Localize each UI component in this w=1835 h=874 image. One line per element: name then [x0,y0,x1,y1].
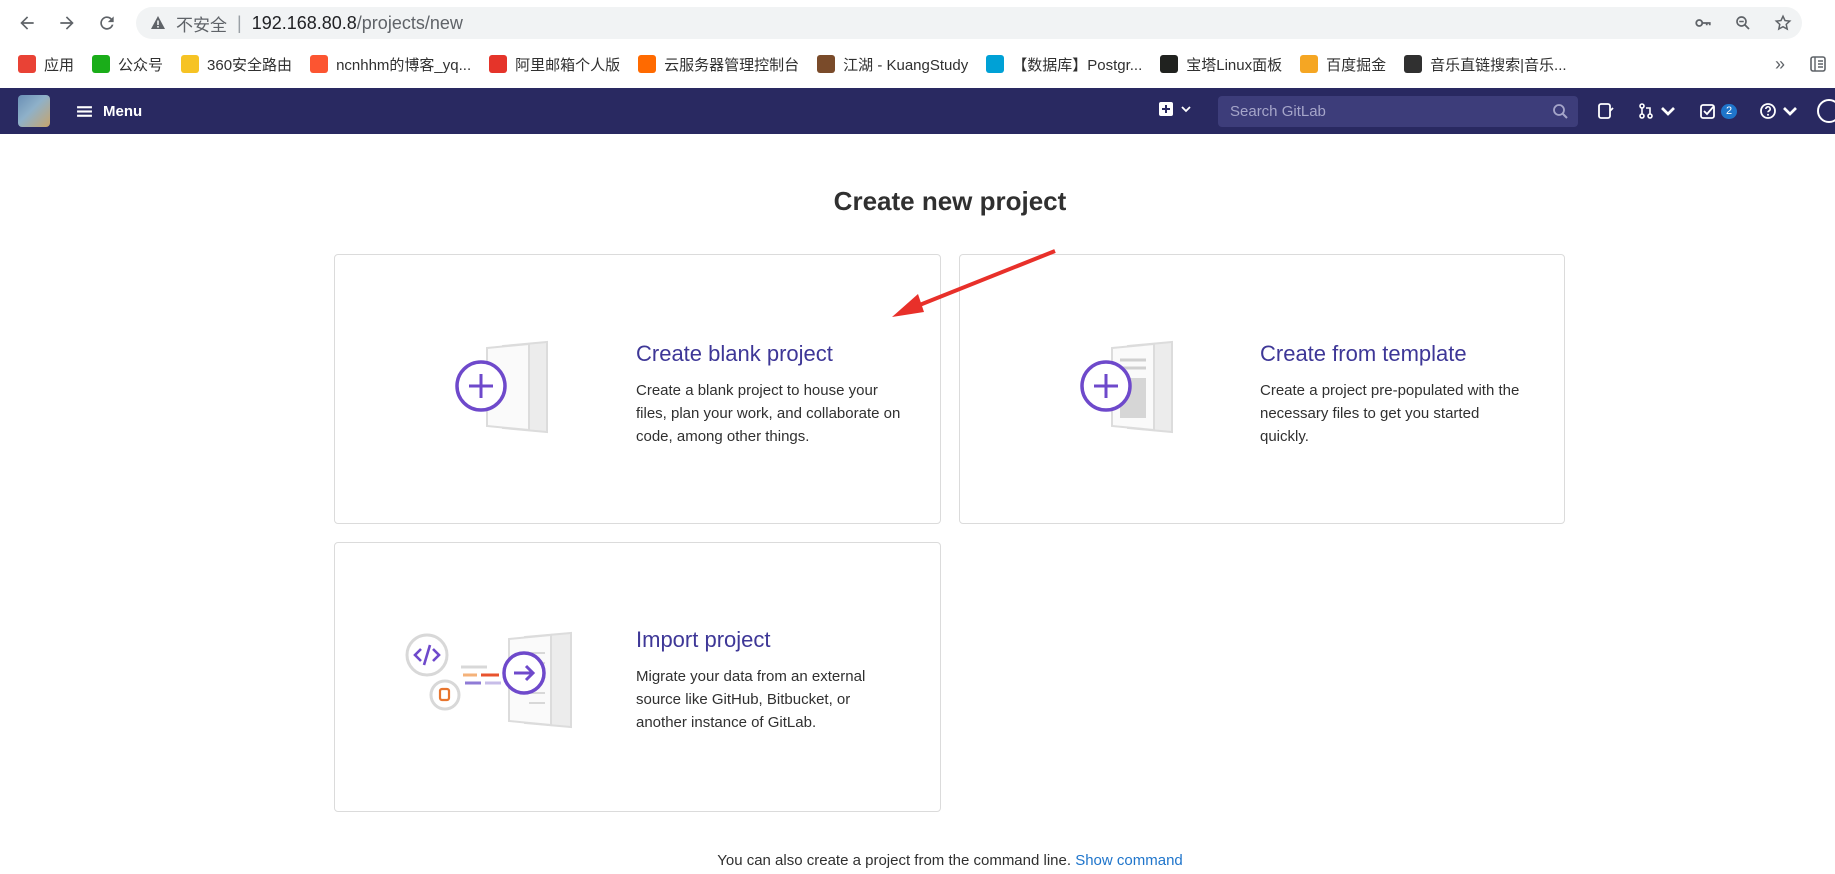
key-icon[interactable] [1694,14,1712,32]
browser-toolbar: 不安全 | 192.168.80.8/projects/new [0,0,1835,46]
bt-icon [1160,55,1179,73]
bookmark-label: 云服务器管理控制台 [664,56,800,74]
issues-button[interactable] [1597,102,1615,120]
bookmark-item[interactable]: 阿里邮箱个人版 [489,54,620,75]
card-description: Create a project pre-populated with the … [1260,382,1520,445]
reading-list-icon[interactable] [1809,55,1827,73]
page-title: Create new project [833,186,1067,216]
bookmark-item[interactable]: 应用 [18,54,74,75]
chevron-down-icon [1181,106,1191,113]
chevron-down-icon [1783,107,1798,116]
bookmark-label: 【数据库】Postgr... [1012,56,1143,74]
bookmark-item[interactable]: 公众号 [92,54,163,75]
user-avatar[interactable] [1817,99,1835,123]
footer-text: You can also create a project from the c… [717,852,1072,869]
merge-requests-button[interactable] [1637,102,1677,120]
bookmark-label: 360安全路由 [207,56,293,74]
security-label: 不安全 [176,15,227,35]
bookmarks-overflow-button[interactable]: » [1775,54,1785,75]
csdn-icon [310,55,329,73]
wechat-icon [92,55,111,73]
create-from-template-card[interactable]: Create from template Create a project pr… [959,254,1565,524]
bookmark-item[interactable]: 360安全路由 [181,54,292,75]
bookmark-label: 宝塔Linux面板 [1186,56,1283,74]
todos-button[interactable]: 2 [1699,102,1738,120]
separator: | [237,12,242,33]
bookmark-label: 阿里邮箱个人版 [515,56,621,74]
bookmark-item[interactable]: 江湖 - KuangStudy [817,54,968,75]
360-icon [181,55,200,73]
gitlab-navbar: Menu 2 [0,88,1835,134]
bookmark-label: 江湖 - KuangStudy [843,56,969,74]
bookmarks-bar: 应用 公众号 360安全路由 ncnhhm的博客_yq... 阿里邮箱个人版 云服务器管理… [0,46,1835,82]
bookmark-item[interactable]: ncnhhm的博客_yq... [310,54,471,75]
hamburger-icon [77,105,92,117]
arrow-right-icon [60,16,74,30]
todo-icon [1700,104,1715,119]
reload-button[interactable] [94,10,120,36]
ali-mail-icon [489,55,508,73]
chevron-down-icon [1661,107,1675,116]
merge-request-icon [1639,103,1653,119]
search-input[interactable] [1228,102,1532,121]
menu-label: Menu [103,102,143,120]
card-title[interactable]: Create blank project [636,341,901,367]
issues-icon [1598,103,1614,119]
url-host: 192.168.80.8 [251,12,357,33]
arrow-left-icon [20,16,34,30]
bookmark-item[interactable]: 【数据库】Postgr... [986,54,1142,75]
zoom-icon[interactable] [1734,14,1752,32]
bookmark-item[interactable]: 云服务器管理控制台 [638,54,799,75]
template-illustration-icon [1080,340,1173,434]
bookmark-label: 音乐直链搜索|音乐... [1430,56,1567,74]
aliyun-icon [638,55,657,73]
star-icon[interactable] [1774,14,1792,32]
bookmark-item[interactable]: 音乐直链搜索|音乐... [1404,54,1567,75]
card-description: Create a blank project to house your fil… [636,382,901,445]
plus-square-icon [1159,102,1173,116]
command-line-hint: You can also create a project from the c… [0,852,1835,869]
address-bar[interactable]: 不安全 | 192.168.80.8/projects/new [136,7,1802,39]
forward-button[interactable] [54,10,80,36]
bookmark-item[interactable]: 百度掘金 [1300,54,1386,75]
todo-count-badge: 2 [1721,103,1738,119]
bookmark-label: 应用 [44,56,75,74]
card-title[interactable]: Import project [636,627,901,653]
help-button[interactable] [1759,102,1799,120]
warning-icon [150,15,166,31]
import-illustration-icon [405,631,572,729]
juejin-icon [1300,55,1319,73]
apps-grid-icon [18,55,36,73]
create-blank-project-card[interactable]: Create blank project Create a blank proj… [334,254,941,524]
bilibili-icon [986,55,1005,73]
card-description: Migrate your data from an external sourc… [636,668,866,731]
bookmark-label: ncnhhm的博客_yq... [336,56,472,74]
back-button[interactable] [14,10,40,36]
import-project-card[interactable]: Import project Migrate your data from an… [334,542,941,812]
url-path: /projects/new [356,12,463,33]
menu-button[interactable]: Menu [76,88,142,134]
avatar-icon [817,55,836,73]
card-title[interactable]: Create from template [1260,341,1525,367]
bookmark-item[interactable]: 宝塔Linux面板 [1160,54,1282,75]
new-dropdown[interactable] [1158,101,1192,117]
gitlab-logo[interactable] [18,95,50,127]
show-command-link[interactable]: Show command [1075,852,1183,869]
reload-icon [100,16,114,30]
search-icon [1553,104,1568,119]
blank-project-illustration-icon [455,340,548,434]
search-box[interactable] [1218,96,1578,127]
help-icon [1760,103,1777,119]
liu-icon [1404,55,1423,73]
bookmark-label: 百度掘金 [1326,56,1387,74]
bookmark-label: 公众号 [118,56,164,74]
